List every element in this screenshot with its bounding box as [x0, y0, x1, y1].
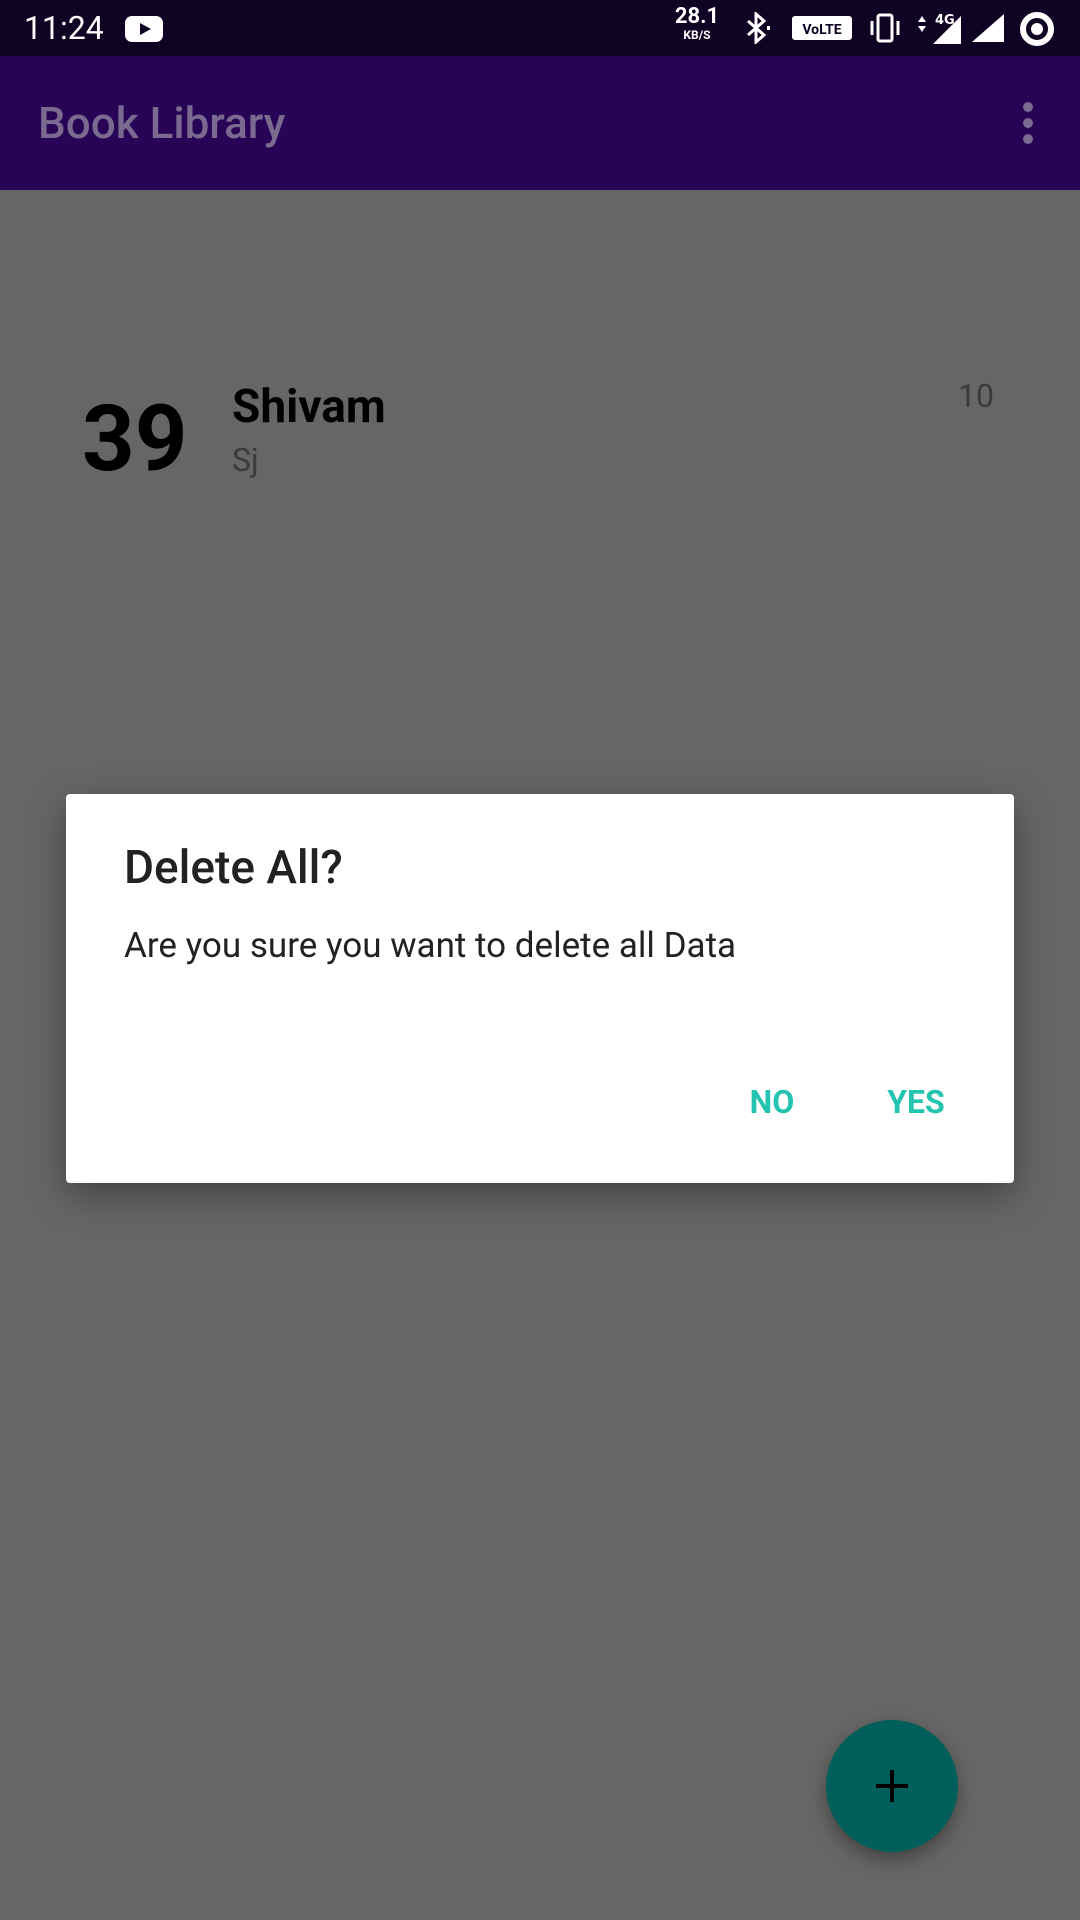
status-time: 11:24 — [24, 9, 104, 47]
yes-button[interactable]: YES — [856, 1074, 976, 1130]
signal-icon — [972, 14, 1004, 42]
network-speed: 28.1 KB/S — [670, 4, 724, 43]
delete-all-dialog: Delete All? Are you sure you want to del… — [66, 794, 1014, 1183]
app-title: Book Library — [38, 97, 286, 149]
add-book-button[interactable] — [826, 1720, 958, 1852]
4g-data-icon: 4G — [918, 13, 961, 44]
network-speed-unit: KB/S — [683, 28, 711, 42]
no-button[interactable]: NO — [716, 1074, 828, 1130]
app-bar: Book Library — [0, 56, 1080, 190]
bluetooth-icon — [747, 12, 770, 44]
network-speed-value: 28.1 — [674, 4, 720, 29]
vibrate-icon — [870, 13, 900, 43]
dialog-title: Delete All? — [124, 841, 343, 895]
book-pages: 10 — [958, 377, 994, 415]
book-title: Shivam — [232, 380, 386, 434]
overflow-menu-icon[interactable] — [1014, 100, 1042, 146]
book-id: 39 — [82, 386, 188, 493]
list-item[interactable]: 39 Shivam Sj 10 — [0, 360, 1080, 500]
plus-icon — [876, 1770, 908, 1802]
youtube-icon — [125, 16, 163, 42]
status-bar: 11:24 28.1 KB/S VoLTE 4G — [0, 0, 1080, 56]
book-author: Sj — [232, 441, 259, 479]
svg-text:4G: 4G — [935, 13, 955, 28]
ring-status-icon — [1020, 12, 1054, 46]
dialog-message: Are you sure you want to delete all Data — [124, 925, 737, 966]
volte-icon: VoLTE — [792, 16, 852, 40]
